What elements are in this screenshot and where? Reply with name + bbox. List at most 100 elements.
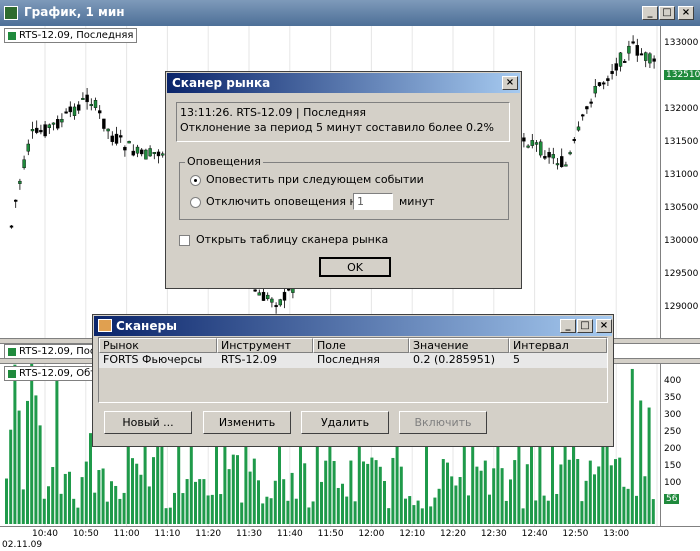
column-header-instrument[interactable]: Инструмент	[217, 338, 313, 353]
disable-minutes-input[interactable]: 1	[353, 193, 393, 210]
candle-body	[43, 124, 47, 137]
minimize-icon[interactable]: _	[642, 6, 658, 20]
candle-body	[526, 145, 530, 148]
volume-bar	[80, 477, 84, 524]
volume-bar	[51, 467, 55, 524]
candle-body	[89, 104, 94, 107]
last-volume-badge: 56	[664, 494, 680, 504]
price-tick-label: 132000	[664, 104, 699, 114]
close-icon[interactable]: ×	[596, 319, 612, 333]
candle-body	[585, 106, 589, 110]
enable-scanner-button[interactable]: Включить	[399, 411, 487, 434]
scanners-title-bar[interactable]: Сканеры _ □ ×	[94, 316, 612, 336]
notifications-group: Оповещения Оповестить при следующем собы…	[179, 155, 509, 220]
candle-body	[593, 86, 597, 94]
delete-scanner-button[interactable]: Удалить	[301, 411, 389, 434]
main-title-bar[interactable]: График, 1 мин _ □ ×	[0, 0, 700, 26]
maximize-icon[interactable]: □	[659, 6, 675, 20]
volume-bar	[471, 441, 475, 524]
minimize-icon[interactable]: _	[560, 319, 576, 333]
open-scanner-table-checkbox[interactable]	[179, 235, 190, 246]
time-tick-label: 10:40	[32, 529, 58, 539]
table-row[interactable]: FORTS Фьючерсы RTS-12.09 Последняя 0.2 (…	[99, 353, 607, 368]
volume-bar	[252, 458, 256, 524]
volume-bar	[492, 468, 496, 524]
chart-window-icon	[4, 6, 18, 20]
volume-bar	[567, 459, 571, 524]
column-header-value[interactable]: Значение	[409, 338, 509, 353]
candle-body	[30, 129, 35, 132]
candle-body	[51, 122, 56, 125]
volume-bar	[13, 364, 17, 524]
volume-bar	[118, 498, 122, 524]
candle-body	[13, 199, 18, 202]
date-label: 02.11.09	[2, 540, 43, 550]
volume-bar	[101, 468, 105, 524]
candle-body	[127, 141, 131, 144]
new-scanner-button[interactable]: Новый ...	[104, 411, 192, 434]
candle-body	[576, 126, 581, 131]
candle-body	[287, 288, 291, 291]
radio-disable-alerts-label[interactable]: Отключить оповещения на	[206, 195, 363, 208]
candle-body	[9, 225, 14, 228]
volume-bar	[593, 474, 596, 524]
volume-bar	[227, 469, 231, 524]
volume-bar	[236, 455, 239, 524]
candle-body	[597, 82, 602, 86]
maximize-icon[interactable]: □	[577, 319, 593, 333]
volume-bar	[433, 497, 437, 524]
ok-button[interactable]: OK	[319, 257, 391, 277]
column-header-market[interactable]: Рынок	[99, 338, 217, 353]
candle-body	[68, 106, 73, 113]
volume-bar	[416, 500, 420, 524]
volume-bar	[458, 477, 462, 524]
column-header-interval[interactable]: Интервал	[509, 338, 607, 353]
main-window-title: График, 1 мин	[24, 5, 125, 19]
series-color-icon	[8, 32, 16, 40]
close-icon[interactable]: ×	[678, 6, 694, 20]
last-price-badge: 132510	[664, 70, 700, 80]
candle-body	[76, 104, 81, 111]
price-tick-label: 133000	[664, 38, 699, 48]
volume-bar	[647, 407, 651, 524]
volume-bar	[181, 493, 185, 524]
candle-body	[39, 129, 43, 133]
candle-body	[135, 146, 140, 154]
radio-notify-next[interactable]	[190, 175, 201, 186]
scanners-table[interactable]: Рынок Инструмент Поле Значение Интервал …	[98, 337, 608, 403]
volume-bar	[294, 498, 298, 524]
volume-bar	[219, 494, 223, 524]
volume-bar	[546, 500, 550, 524]
scanners-window-title: Сканеры	[116, 319, 177, 333]
volume-bar	[248, 471, 252, 524]
candle-body	[291, 288, 295, 293]
candle-body	[644, 52, 648, 61]
volume-bar	[614, 459, 617, 524]
volume-bar	[399, 466, 403, 524]
main-window: График, 1 мин _ □ × 13300013250013200013…	[0, 0, 700, 551]
candle-body	[114, 133, 119, 144]
volume-bar	[257, 480, 260, 524]
candle-body	[543, 156, 547, 159]
volume-bar	[488, 494, 491, 524]
radio-notify-next-label[interactable]: Оповестить при следующем событии	[206, 173, 424, 186]
price-panel-label: RTS-12.09, Последняя	[4, 28, 138, 43]
candle-body	[635, 45, 639, 56]
candle-body	[652, 58, 656, 62]
volume-bar	[105, 501, 109, 524]
price-tick-label: 130000	[664, 236, 699, 246]
close-icon[interactable]: ×	[502, 76, 518, 90]
column-header-field[interactable]: Поле	[313, 338, 409, 353]
alert-dialog-title-bar[interactable]: Сканер рынка ×	[167, 73, 520, 93]
cell-field: Последняя	[317, 353, 380, 366]
candle-body	[81, 98, 85, 100]
open-scanner-table-label[interactable]: Открыть таблицу сканера рынка	[196, 233, 388, 246]
radio-disable-alerts[interactable]	[190, 197, 201, 208]
volume-bar	[509, 479, 512, 524]
volume-bar	[72, 498, 76, 524]
edit-scanner-button[interactable]: Изменить	[203, 411, 291, 434]
price-panel-label-text: RTS-12.09, Последняя	[19, 30, 134, 41]
time-tick-label: 12:00	[358, 529, 385, 539]
candle-body	[93, 100, 98, 108]
volume-bar	[76, 507, 80, 524]
